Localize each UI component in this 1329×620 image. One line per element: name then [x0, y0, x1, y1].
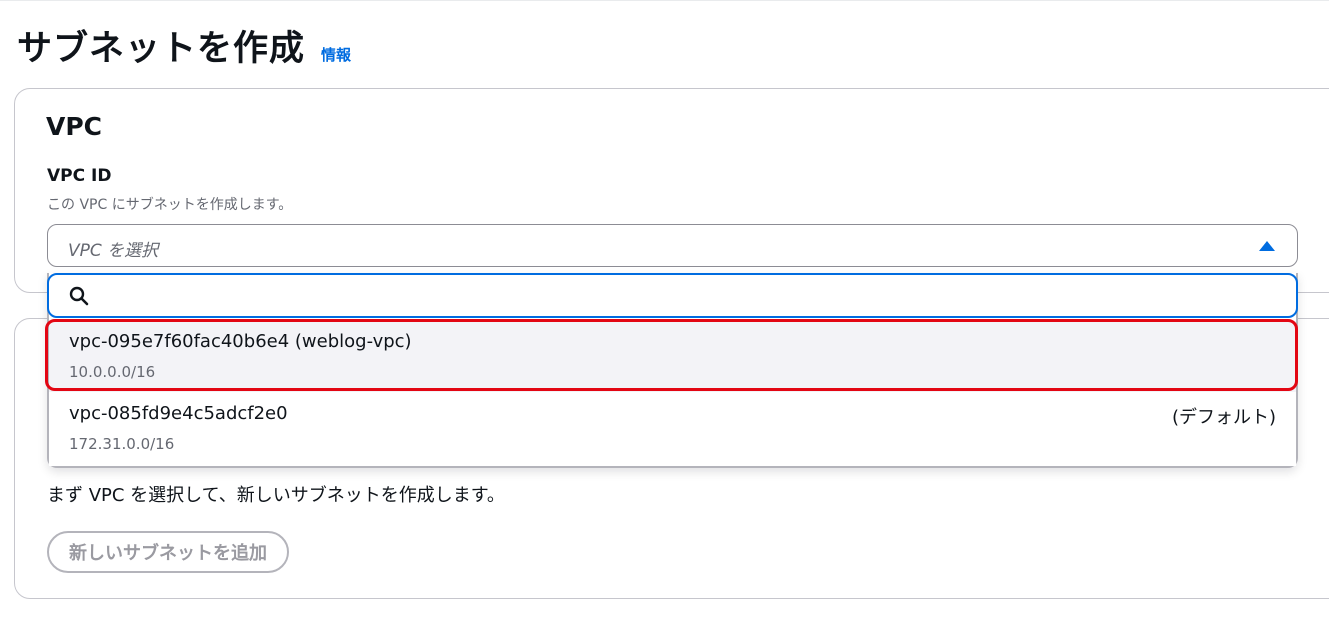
vpc-option-default[interactable]: vpc-085fd9e4c5adcf2e0 172.31.0.0/16 (デフォ…	[49, 393, 1296, 466]
vpc-option-default-tag: (デフォルト)	[1171, 407, 1276, 428]
page-title: サブネットを作成	[17, 29, 306, 69]
info-link[interactable]: 情報	[321, 44, 351, 65]
search-icon	[69, 286, 89, 306]
vpc-search-box[interactable]	[47, 273, 1298, 318]
subnet-empty-text: まず VPC を選択して、新しいサブネットを作成します。	[47, 485, 505, 506]
top-divider	[0, 0, 1329, 1]
vpc-option-id: vpc-085fd9e4c5adcf2e0	[69, 403, 288, 424]
page-header: サブネットを作成 情報	[17, 20, 351, 71]
vpc-id-description: この VPC にサブネットを作成します。	[47, 197, 293, 213]
vpc-select[interactable]: VPC を選択	[47, 224, 1298, 267]
add-subnet-button[interactable]: 新しいサブネットを追加	[47, 531, 289, 573]
caret-up-icon	[1259, 241, 1275, 251]
vpc-option-cidr: 10.0.0.0/16	[69, 363, 156, 381]
vpc-option-cidr: 172.31.0.0/16	[69, 435, 175, 453]
vpc-option-weblog[interactable]: vpc-095e7f60fac40b6e4 (weblog-vpc) 10.0.…	[49, 321, 1296, 392]
vpc-option-id: vpc-095e7f60fac40b6e4 (weblog-vpc)	[69, 331, 412, 352]
vpc-select-placeholder: VPC を選択	[68, 241, 159, 261]
vpc-id-label: VPC ID	[47, 166, 112, 186]
vpc-section-title: VPC	[46, 112, 103, 141]
vpc-search-input[interactable]	[101, 281, 1285, 311]
